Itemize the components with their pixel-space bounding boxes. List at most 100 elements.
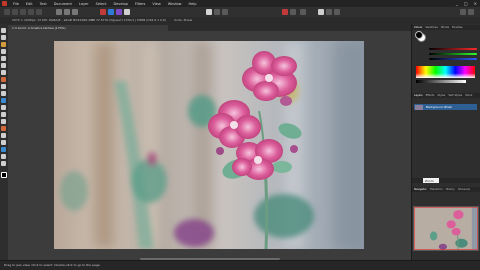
align-icon[interactable] [290, 9, 296, 15]
camera-info: WB 72 6730 (Nguse?) 1700/1 | MRMI (CS9 6… [90, 18, 166, 22]
menu-view[interactable]: View [152, 2, 160, 6]
settings-icon[interactable] [468, 9, 474, 15]
menu-edit[interactable]: Edit [26, 2, 33, 6]
selection-icon[interactable] [214, 9, 220, 15]
colour-panel-tabs: Colour Swatches Stroke Brushes [412, 25, 480, 30]
layers-panel-tabs: Layers Effects Styles Text Styles Stock [412, 93, 480, 98]
document-title: 1.3 zoom: a tonehre tantwa (170%) [12, 26, 66, 30]
arrange-icon[interactable] [300, 9, 306, 15]
quick-mask-icon[interactable] [206, 9, 212, 15]
assistant-icon[interactable] [460, 9, 466, 15]
persona-photo-icon[interactable] [4, 9, 10, 15]
freehand-select-icon[interactable] [1, 70, 6, 75]
red-channel-icon[interactable] [100, 9, 106, 15]
purple-tool-icon[interactable] [116, 9, 122, 15]
tab-history[interactable]: History [446, 188, 455, 191]
fill-tool-icon[interactable] [1, 91, 6, 96]
tab-transform[interactable]: Transform [430, 188, 443, 191]
primary-color-swatch[interactable] [1, 172, 7, 178]
tab-layers[interactable]: Layers [414, 94, 423, 97]
green-slider[interactable] [429, 53, 477, 55]
gradient-tool-icon[interactable] [1, 98, 6, 103]
paint-brush-icon[interactable] [1, 77, 6, 82]
move-tool-icon[interactable] [1, 35, 6, 40]
blue-slider[interactable] [429, 58, 477, 60]
selection-brush-icon[interactable] [1, 49, 6, 54]
main-menu: File Edit Text Document Layer Select Dev… [13, 0, 196, 7]
text-tool-icon[interactable] [1, 161, 6, 166]
menu-layer[interactable]: Layer [79, 2, 89, 6]
tab-channels[interactable]: Channels [458, 188, 470, 191]
persona-export-icon[interactable] [36, 9, 42, 15]
layer-name: Background (Pixel) [426, 105, 453, 109]
white-balance-icon[interactable] [64, 9, 70, 15]
primary-color-well[interactable] [415, 31, 423, 39]
erase-tool-icon[interactable] [1, 105, 6, 110]
blur-tool-icon[interactable] [1, 140, 6, 145]
dodge-tool-icon[interactable] [1, 112, 6, 117]
white-tool-icon[interactable] [124, 9, 130, 15]
split-view-icon[interactable] [326, 9, 332, 15]
tab-swatches[interactable]: Swatches [425, 26, 437, 29]
healing-tool-icon[interactable] [1, 126, 6, 131]
app-logo-icon [2, 1, 7, 6]
view-tool-icon[interactable] [1, 28, 6, 33]
menu-bar: File Edit Text Document Layer Select Dev… [0, 0, 480, 7]
context-toolbar: 2979 × 2098px, 72 DPI, RGBA/8 – sRGB IEC… [0, 17, 480, 24]
auto-contrast-icon[interactable] [72, 9, 78, 15]
navigator-thumbnail [414, 207, 478, 250]
view-mode-icon[interactable] [318, 9, 324, 15]
pen-tool-icon[interactable] [1, 147, 6, 152]
navigator-panel-tabs: Navigator Transform History Channels [412, 187, 480, 192]
mirror-view-icon[interactable] [334, 9, 340, 15]
tab-brushes[interactable]: Brushes [452, 26, 462, 29]
tab-text-styles[interactable]: Text Styles [448, 94, 462, 97]
shape-tool-icon[interactable] [1, 154, 6, 159]
menu-select[interactable]: Select [96, 2, 107, 6]
flower-photo [54, 41, 364, 249]
tab-stroke[interactable]: Stroke [441, 26, 449, 29]
red-eye-tool-icon[interactable] [1, 133, 6, 138]
tools-panel [0, 24, 8, 260]
colour-spectrum[interactable] [416, 66, 475, 78]
persona-develop-icon[interactable] [20, 9, 26, 15]
minimize-button[interactable]: _ [456, 1, 458, 6]
maximize-button[interactable]: □ [464, 1, 468, 6]
color-picker-icon[interactable] [1, 84, 6, 89]
menu-text[interactable]: Text [40, 2, 47, 6]
tab-colour[interactable]: Colour [414, 26, 422, 29]
marquee-tool-icon[interactable] [1, 63, 6, 68]
persona-liquify-icon[interactable] [12, 9, 18, 15]
flood-select-icon[interactable] [1, 56, 6, 61]
menu-help[interactable]: Help [189, 2, 197, 6]
clone-tool-icon[interactable] [1, 119, 6, 124]
blue-channel-icon[interactable] [108, 9, 114, 15]
menu-file[interactable]: File [13, 2, 19, 6]
tab-styles[interactable]: Styles [437, 94, 445, 97]
refine-icon[interactable] [222, 9, 228, 15]
menu-develop[interactable]: Develop [113, 2, 127, 6]
canvas-photo[interactable] [54, 41, 364, 249]
document-info: 2979 × 2098px, 72 DPI, RGBA/8 – sRGB IEC… [12, 18, 94, 22]
tab-navigator[interactable]: Navigator [414, 188, 427, 191]
opacity-slider[interactable] [416, 80, 466, 83]
navigator-preview[interactable] [413, 206, 479, 251]
snapping-icon[interactable] [282, 9, 288, 15]
menu-document[interactable]: Document [54, 2, 72, 6]
tooltip: Zoom [423, 178, 439, 183]
status-text: Drag to pan view. Click to select. Doubl… [4, 263, 101, 267]
close-button[interactable]: × [474, 1, 477, 6]
tooltip-text: Zoom [425, 178, 434, 183]
tab-stock[interactable]: Stock [465, 94, 472, 97]
levels-icon[interactable] [56, 9, 62, 15]
menu-filters[interactable]: Filters [135, 2, 146, 6]
red-slider[interactable] [429, 48, 477, 50]
persona-tonemap-icon[interactable] [28, 9, 34, 15]
units-label[interactable]: Units: Pixels [174, 18, 192, 22]
crop-tool-icon[interactable] [1, 42, 6, 47]
menu-window[interactable]: Window [168, 2, 182, 6]
window-controls: _ □ × [456, 1, 477, 6]
layer-thumbnail [415, 104, 423, 110]
layer-row[interactable]: Background (Pixel) [414, 104, 477, 110]
tab-effects[interactable]: Effects [426, 94, 435, 97]
